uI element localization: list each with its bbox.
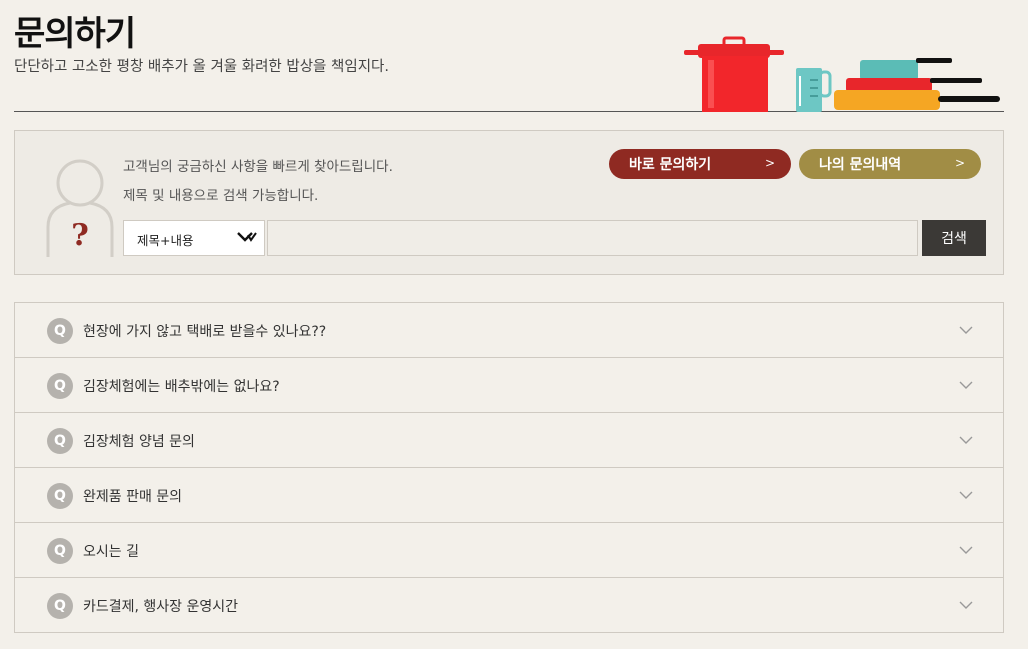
faq-list: Q 현장에 가지 않고 택배로 받을수 있나요?? Q 김장체험에는 배추밖에는… [14,302,1004,633]
page-header: 문의하기 단단하고 고소한 평창 배추가 올 겨울 화려한 밥상을 책임지다. [14,0,1004,112]
page-title: 문의하기 [14,14,136,54]
chevron-right-icon: > [764,156,775,170]
pot-icon [684,36,784,112]
direct-inquiry-button[interactable]: 바로 문의하기 > [609,149,791,179]
chevron-down-icon [959,491,973,499]
search-description-line1: 고객님의 궁금하신 사항을 빠르게 찾아드립니다. [123,159,393,175]
faq-question: 완제품 판매 문의 [83,489,183,505]
q-badge-icon: Q [47,538,73,564]
q-badge-icon: Q [47,318,73,344]
faq-item[interactable]: Q 현장에 가지 않고 택배로 받을수 있나요?? [15,303,1003,358]
pan-stack-icon [834,58,1000,110]
faq-item[interactable]: Q 김장체험에는 배추밖에는 없나요? [15,358,1003,413]
chevron-right-icon: > [954,156,965,170]
faq-question: 김장체험에는 배추밖에는 없나요? [83,379,280,395]
q-badge-icon: Q [47,373,73,399]
faq-question: 오시는 길 [83,544,139,560]
search-input[interactable] [267,220,918,256]
search-field-select[interactable]: 제목+내용 [123,220,265,256]
faq-question: 카드결제, 행사장 운영시간 [83,599,239,615]
q-badge-icon: Q [47,428,73,454]
faq-search-panel: ? 고객님의 궁금하신 사항을 빠르게 찾아드립니다. 제목 및 내용으로 검색… [14,130,1004,275]
page-subtitle: 단단하고 고소한 평창 배추가 올 겨울 화려한 밥상을 책임지다. [14,59,389,75]
direct-inquiry-label: 바로 문의하기 [629,157,712,173]
chevron-down-icon [959,601,973,609]
search-button[interactable]: 검색 [922,220,986,256]
q-badge-icon: Q [47,483,73,509]
cookware-illustration [684,36,1000,112]
faq-question: 김장체험 양념 문의 [83,434,195,450]
faq-item[interactable]: Q 김장체험 양념 문의 [15,413,1003,468]
my-inquiries-label: 나의 문의내역 [819,157,902,173]
search-field-select-value: 제목+내용 [137,233,194,248]
chevron-down-icon [959,546,973,554]
faq-item[interactable]: Q 완제품 판매 문의 [15,468,1003,523]
chevron-down-icon [959,381,973,389]
search-description-line2: 제목 및 내용으로 검색 가능합니다. [123,188,319,204]
measuring-cup-icon [796,68,832,112]
q-badge-icon: Q [47,593,73,619]
faq-item[interactable]: Q 오시는 길 [15,523,1003,578]
customer-question-icon: ? [46,159,114,257]
faq-item[interactable]: Q 카드결제, 행사장 운영시간 [15,578,1003,633]
faq-question: 현장에 가지 않고 택배로 받을수 있나요?? [83,324,327,340]
my-inquiries-button[interactable]: 나의 문의내역 > [799,149,981,179]
chevron-down-icon [959,326,973,334]
chevron-down-icon [237,232,257,242]
chevron-down-icon [959,436,973,444]
svg-text:?: ? [71,218,89,253]
